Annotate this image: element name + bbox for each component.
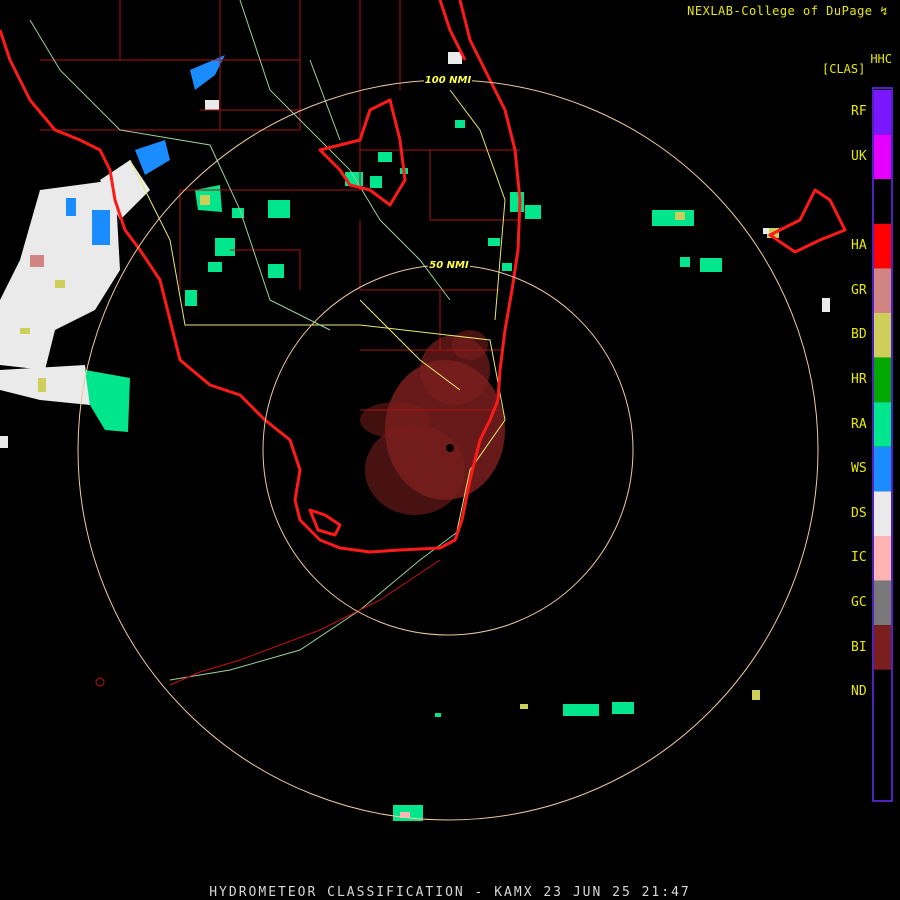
legend-label-ha: HA	[851, 238, 867, 254]
legend-swatch-blank	[874, 179, 891, 224]
legend-label-hr: HR	[851, 371, 867, 387]
gulf-echoes	[0, 55, 225, 448]
florida-keys	[95, 559, 441, 687]
legend-swatch-uk	[874, 134, 891, 180]
credit-label: NEXLAB-College of DuPage	[687, 4, 873, 18]
legend-product-label: [CLAS]	[822, 62, 866, 76]
legend-swatch-rf	[874, 90, 891, 135]
legend-swatch-ws	[874, 446, 891, 492]
legend-swatch-bd	[874, 313, 891, 358]
legend-swatch-hr	[874, 357, 891, 403]
legend-swatch-nd	[874, 669, 891, 715]
legend-label-ds: DS	[851, 505, 867, 521]
legend-label-gc: GC	[851, 594, 867, 610]
legend-label-uk: UK	[851, 148, 867, 164]
legend-swatch-ha	[874, 223, 891, 269]
radar-site-marker	[446, 444, 454, 452]
legend-swatch-ra	[874, 402, 891, 447]
legend-swatch-ds	[874, 491, 891, 536]
radar-map: 50 NMI 100 NMI	[0, 0, 893, 821]
credit-text: NEXLAB-College of DuPage ↯	[687, 4, 888, 18]
legend-swatch-gr	[874, 268, 891, 313]
biological-scatter-echoes	[360, 330, 505, 515]
range-label-100-nmi: 100 NMI	[425, 75, 472, 86]
legend-label-bd: BD	[851, 327, 867, 343]
legend-swatch-bi	[874, 625, 891, 670]
legend-label-gr: GR	[851, 282, 867, 298]
legend-label-bi: BI	[851, 639, 867, 655]
range-ring-labels: 50 NMI 100 NMI	[424, 73, 472, 271]
legend-label-rf: RF	[851, 104, 867, 120]
legend-swatches	[874, 90, 891, 715]
range-label-50-nmi: 50 NMI	[429, 260, 469, 271]
credit-mark-icon: ↯	[880, 4, 888, 18]
legend-label-ic: IC	[851, 550, 867, 566]
legend-label-nd: ND	[851, 684, 867, 700]
legend-label-ra: RA	[851, 416, 867, 432]
legend-label-ws: WS	[851, 461, 867, 477]
caption: HYDROMETEOR CLASSIFICATION - KAMX 23 JUN…	[209, 885, 691, 900]
legend-swatch-gc	[874, 580, 891, 626]
radar-echoes	[0, 52, 830, 821]
legend-swatch-ic	[874, 536, 891, 581]
legend-product-code: HHC	[870, 52, 892, 66]
